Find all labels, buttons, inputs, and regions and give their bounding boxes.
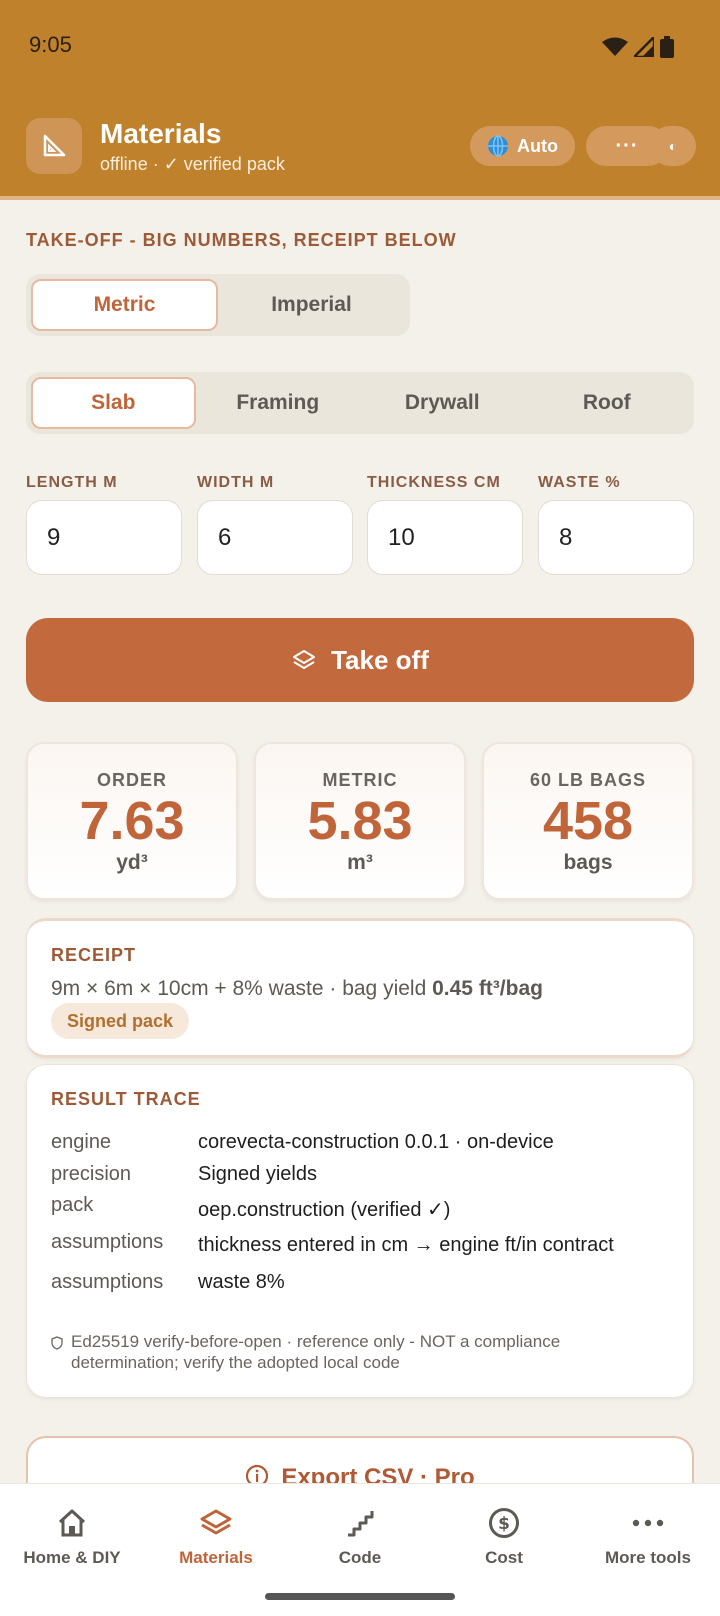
- layers-icon: [293, 650, 316, 669]
- status-bar: 9:05: [0, 0, 720, 96]
- globe-icon: [488, 135, 508, 157]
- stat-bags: 60 LB BAGS 458 bags: [482, 742, 694, 900]
- stat-metric: METRIC 5.83 m³: [254, 742, 466, 900]
- stat-order: ORDER 7.63 yd³: [26, 742, 238, 900]
- bag-yield-value: 0.45 ft³/bag: [432, 977, 543, 1000]
- svg-text:$: $: [498, 1514, 510, 1534]
- tab-drywall[interactable]: Drywall: [360, 377, 525, 429]
- nav-home-diy[interactable]: Home & DIY: [0, 1504, 144, 1568]
- language-auto-button[interactable]: Auto: [470, 126, 575, 166]
- receipt-text: 9m × 6m × 10cm + 8% waste · bag yield: [51, 977, 433, 1000]
- section-header: TAKE-OFF - BIG NUMBERS, RECEIPT BELOW: [26, 230, 457, 250]
- battery-icon: [660, 36, 674, 58]
- home-icon: [58, 1509, 86, 1537]
- wifi-icon: [602, 37, 628, 56]
- take-off-button[interactable]: Take off: [26, 618, 694, 702]
- units-metric-option[interactable]: Metric: [31, 279, 218, 331]
- nav-label: Cost: [485, 1548, 523, 1567]
- length-label: LENGTH M: [26, 474, 118, 491]
- verification-note-text: Ed25519 verify-before-open · reference o…: [71, 1332, 561, 1372]
- thickness-label: THICKNESS CM: [367, 474, 501, 491]
- app-logo: [26, 118, 82, 174]
- status-icons: [602, 36, 674, 58]
- tab-roof[interactable]: Roof: [525, 377, 690, 429]
- stat-unit: yd³: [116, 851, 148, 874]
- result-trace-title: RESULT TRACE: [51, 1089, 201, 1109]
- status-time: 9:05: [29, 32, 72, 57]
- trace-value: oep.construction (verified ✓): [198, 1199, 451, 1221]
- stat-label: METRIC: [322, 770, 398, 790]
- nav-cost[interactable]: $ Cost: [432, 1504, 576, 1568]
- nav-materials[interactable]: Materials: [144, 1504, 288, 1568]
- width-label: WIDTH M: [197, 474, 275, 491]
- app-subtitle: offline · ✓ verified pack: [100, 154, 285, 174]
- receipt-card: RECEIPT 9m × 6m × 10cm + 8% waste · bag …: [26, 918, 694, 1058]
- nav-code[interactable]: Code: [288, 1504, 432, 1568]
- waste-label: WASTE %: [538, 474, 621, 491]
- signal-icon: [634, 37, 654, 57]
- gesture-bar[interactable]: [265, 1593, 455, 1600]
- tab-slab[interactable]: Slab: [31, 377, 196, 429]
- trace-value: thickness entered in cm → engine ft/in c…: [198, 1234, 614, 1256]
- shield-icon: [51, 1336, 63, 1350]
- trace-value: Signed yields: [198, 1163, 317, 1185]
- trace-key: assumptions: [51, 1271, 164, 1293]
- set-square-icon: [43, 134, 66, 157]
- trace-key: pack: [51, 1194, 94, 1216]
- tab-framing[interactable]: Framing: [196, 377, 361, 429]
- trace-value: corevecta-construction 0.0.1 · on-device: [198, 1131, 554, 1153]
- signed-pack-badge: Signed pack: [51, 1003, 190, 1039]
- units-imperial-option[interactable]: Imperial: [218, 279, 405, 331]
- trace-key: assumptions: [51, 1231, 164, 1253]
- width-input[interactable]: 6: [197, 500, 353, 575]
- layers-icon: [200, 1509, 232, 1535]
- trace-key: engine: [51, 1131, 112, 1153]
- verification-note: Ed25519 verify-before-open · reference o…: [51, 1331, 651, 1373]
- stairs-icon: [348, 1511, 374, 1537]
- length-input[interactable]: 9: [26, 500, 182, 575]
- result-trace-card: RESULT TRACE engine corevecta-constructio…: [26, 1064, 694, 1398]
- nav-more-tools[interactable]: More tools: [576, 1504, 720, 1568]
- stat-value: 5.83: [307, 791, 413, 851]
- waste-input[interactable]: 8: [538, 500, 694, 575]
- theme-toggle-button[interactable]: ◐: [650, 126, 696, 166]
- app-title: Materials: [100, 118, 222, 149]
- stat-unit: m³: [347, 851, 373, 874]
- receipt-line: 9m × 6m × 10cm + 8% waste · bag yield 0.…: [51, 977, 543, 1001]
- stat-label: ORDER: [96, 770, 167, 790]
- material-kind-tabs: Slab Framing Drywall Roof: [26, 372, 694, 434]
- nav-label: Code: [338, 1548, 382, 1567]
- trace-key: precision: [51, 1163, 132, 1185]
- dollar-icon: $: [489, 1508, 519, 1538]
- nav-label: More tools: [605, 1548, 691, 1567]
- stat-label: 60 LB BAGS: [529, 770, 647, 790]
- take-off-label: Take off: [331, 644, 429, 675]
- language-label: Auto: [517, 135, 558, 156]
- nav-label: Materials: [179, 1548, 253, 1567]
- units-toggle: Metric Imperial: [26, 274, 410, 336]
- stat-value: 7.63: [79, 791, 185, 851]
- app-bar: Materials offline · ✓ verified pack Auto…: [0, 96, 720, 200]
- dots-icon: [632, 1519, 664, 1527]
- stat-unit: bags: [563, 851, 613, 874]
- trace-value: waste 8%: [198, 1271, 285, 1293]
- receipt-title: RECEIPT: [51, 945, 137, 965]
- nav-label: Home & DIY: [23, 1548, 121, 1567]
- stat-value: 458: [542, 791, 634, 851]
- thickness-input[interactable]: 10: [367, 500, 523, 575]
